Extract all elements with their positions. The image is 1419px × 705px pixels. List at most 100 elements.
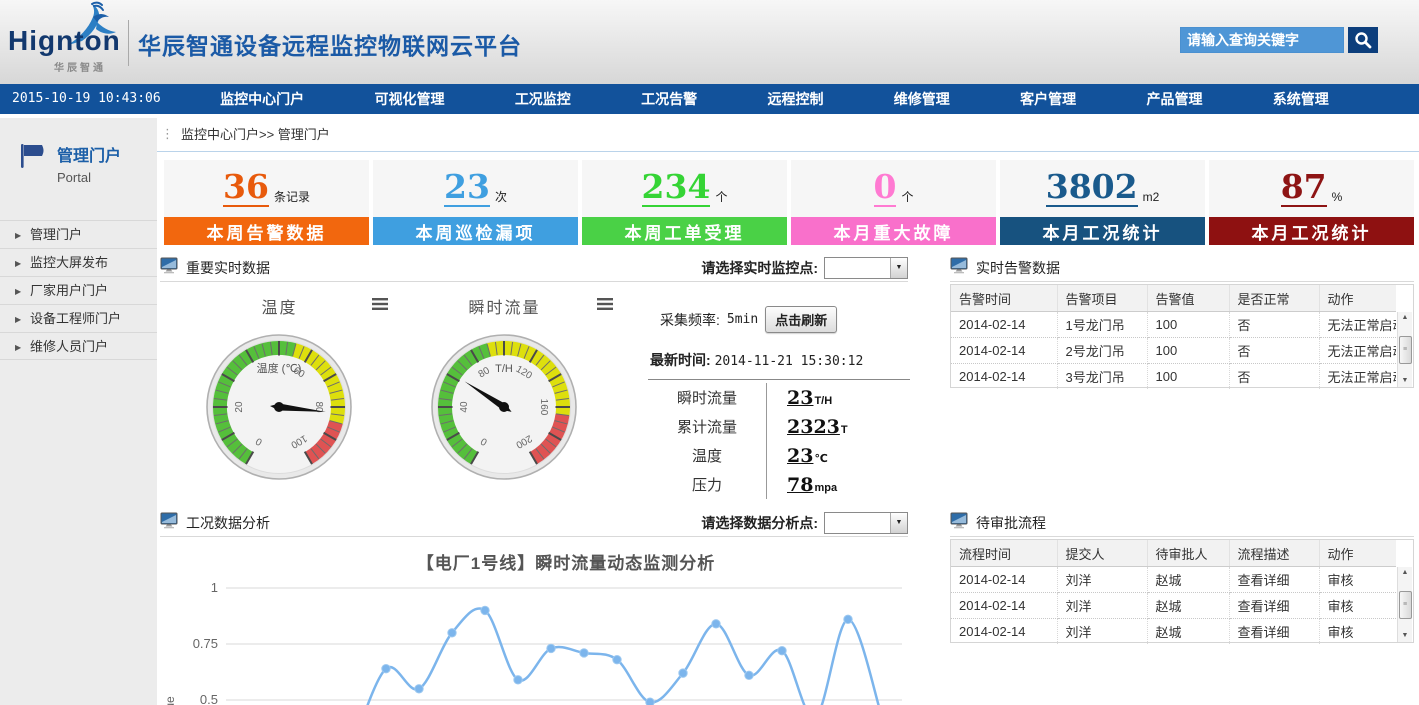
stat-value-link[interactable]: 23 <box>444 170 490 207</box>
portal-header: 管理门户 Portal <box>18 142 121 185</box>
nav-item-6[interactable]: 维修管理 <box>894 89 950 109</box>
sidebar-item-3[interactable]: ▶厂家用户门户 <box>0 276 157 304</box>
stat-card-3: 234个本周工单受理 <box>582 160 787 245</box>
alarm-row-3: 2014-02-143号龙门吊100否无法正常启动 <box>951 364 1396 390</box>
stat-label-bar[interactable]: 本月工况统计 <box>1209 217 1414 245</box>
table-cell: 刘洋 <box>1057 619 1147 645</box>
scroll-down-icon[interactable]: ▼ <box>1402 377 1409 385</box>
svg-text:T/H: T/H <box>495 363 513 375</box>
table-cell: 否 <box>1229 312 1319 338</box>
table-cell: 2014-02-14 <box>951 364 1057 390</box>
reading-value-cell: 23T/H <box>767 383 832 412</box>
stat-label-bar[interactable]: 本周告警数据 <box>164 217 369 245</box>
scrollbar-thumb[interactable]: ≡ <box>1399 336 1412 364</box>
svg-text:160: 160 <box>538 399 549 416</box>
section-approval-header: 待审批流程 <box>950 509 1414 537</box>
scroll-up-icon[interactable]: ▲ <box>1402 569 1409 577</box>
nav-item-2[interactable]: 可视化管理 <box>374 89 444 109</box>
table-header-cell: 告警值 <box>1147 285 1229 312</box>
scroll-down-icon[interactable]: ▼ <box>1402 632 1409 640</box>
nav-item-7[interactable]: 客户管理 <box>1020 89 1076 109</box>
sidebar: 管理门户 Portal ▶管理门户▶监控大屏发布▶厂家用户门户▶设备工程师门户▶… <box>0 118 157 705</box>
sidebar-item-label: 监控大屏发布 <box>30 255 108 270</box>
nav-item-8[interactable]: 产品管理 <box>1146 89 1202 109</box>
realtime-readings-panel: 采集频率: 5min 点击刷新 最新时间: 2014-11-21 15:30:1… <box>648 306 910 499</box>
nav-item-3[interactable]: 工况监控 <box>515 89 571 109</box>
nav-item-9[interactable]: 系统管理 <box>1273 89 1329 109</box>
stat-value-link[interactable]: 87 <box>1281 170 1327 207</box>
vertical-scrollbar[interactable]: ▲ ≡ ▼ <box>1397 567 1412 642</box>
table-header-cell: 动作 <box>1319 285 1396 312</box>
stat-value-link[interactable]: 3802 <box>1046 170 1138 207</box>
table-header-cell: 待审批人 <box>1147 540 1229 567</box>
sidebar-item-label: 设备工程师门户 <box>30 311 121 326</box>
sidebar-item-label: 管理门户 <box>30 227 82 242</box>
table-header-cell: 动作 <box>1319 540 1396 567</box>
reading-value-cell: 78mpa <box>767 470 837 499</box>
reading-value: 23 <box>787 445 813 467</box>
search-button[interactable] <box>1348 27 1378 53</box>
refresh-button[interactable]: 点击刷新 <box>765 306 837 333</box>
table-cell[interactable]: 无法正常启动 <box>1319 312 1396 338</box>
sidebar-item-4[interactable]: ▶设备工程师门户 <box>0 304 157 332</box>
stat-label-bar[interactable]: 本周巡检漏项 <box>373 217 578 245</box>
stat-value-link[interactable]: 234 <box>642 170 711 207</box>
gauge-flow-box: 瞬时流量 04080120160200T/H <box>427 294 615 494</box>
table-cell[interactable]: 审核 <box>1319 567 1396 593</box>
stat-card-4: 0个本月重大故障 <box>791 160 996 245</box>
reading-value: 78 <box>787 474 813 496</box>
sidebar-item-1[interactable]: ▶管理门户 <box>0 220 157 248</box>
stat-label-bar[interactable]: 本月工况统计 <box>1000 217 1205 245</box>
scroll-up-icon[interactable]: ▲ <box>1402 314 1409 322</box>
monitor-point-select[interactable]: ▼ <box>824 257 908 279</box>
analysis-point-select-label: 请选择数据分析点: <box>701 513 818 533</box>
sampling-frequency-row: 采集频率: 5min 点击刷新 <box>648 306 910 333</box>
nav-item-4[interactable]: 工况告警 <box>641 89 697 109</box>
stat-unit: 条记录 <box>274 188 310 205</box>
table-cell: 赵城 <box>1147 619 1229 645</box>
reading-value-cell: 23℃ <box>767 441 828 470</box>
svg-text:温度 (℃): 温度 (℃) <box>257 361 302 375</box>
table-cell[interactable]: 无法正常启动 <box>1319 338 1396 364</box>
analysis-point-select[interactable]: ▼ <box>824 512 908 534</box>
monitor-icon <box>950 257 969 279</box>
table-cell[interactable]: 无法正常启动 <box>1319 364 1396 390</box>
gauge-flow-title: 瞬时流量 <box>427 294 582 318</box>
chart-menu-icon[interactable] <box>372 297 388 315</box>
table-header-cell: 提交人 <box>1057 540 1147 567</box>
stat-label-bar[interactable]: 本周工单受理 <box>582 217 787 245</box>
vertical-scrollbar[interactable]: ▲ ≡ ▼ <box>1397 312 1412 387</box>
table-cell: 否 <box>1229 338 1319 364</box>
stats-row: 36条记录本周告警数据23次本周巡检漏项234个本周工单受理0个本月重大故障38… <box>164 160 1414 245</box>
table-cell: 3号龙门吊 <box>1057 364 1147 390</box>
stat-label-bar[interactable]: 本月重大故障 <box>791 217 996 245</box>
breadcrumb: ⋮ 监控中心门户>> 管理门户 <box>161 124 330 143</box>
stat-value-link[interactable]: 36 <box>223 170 269 207</box>
svg-text:1: 1 <box>211 580 218 595</box>
svg-text:0.5: 0.5 <box>200 692 218 705</box>
reading-row-3: 温度23℃ <box>648 441 910 470</box>
flow-line-chart: 10.750.5value <box>160 573 910 705</box>
scrollbar-thumb[interactable]: ≡ <box>1399 591 1412 619</box>
nav-timestamp: 2015-10-19 10:43:06 <box>12 91 161 106</box>
table-header-cell: 告警项目 <box>1057 285 1147 312</box>
table-cell: 100 <box>1147 364 1229 390</box>
table-header-cell: 流程时间 <box>951 540 1057 567</box>
nav-item-1[interactable]: 监控中心门户 <box>220 89 304 109</box>
temperature-gauge: 0206080100温度 (℃) <box>204 332 354 482</box>
sidebar-item-2[interactable]: ▶监控大屏发布 <box>0 248 157 276</box>
table-cell: 否 <box>1229 364 1319 390</box>
table-cell[interactable]: 审核 <box>1319 619 1396 645</box>
table-cell[interactable]: 审核 <box>1319 593 1396 619</box>
stat-value-link[interactable]: 0 <box>874 170 897 207</box>
nav-item-5[interactable]: 远程控制 <box>767 89 823 109</box>
search-input[interactable] <box>1180 27 1344 53</box>
reading-value-cell: 2323T <box>767 412 848 441</box>
table-cell: 赵城 <box>1147 593 1229 619</box>
approval-row-1: 2014-02-14刘洋赵城查看详细审核 <box>951 567 1396 593</box>
latest-time-label: 最新时间: <box>650 352 711 368</box>
sidebar-menu: ▶管理门户▶监控大屏发布▶厂家用户门户▶设备工程师门户▶维修人员门户 <box>0 220 157 360</box>
reading-label: 压力 <box>648 470 767 499</box>
chart-menu-icon[interactable] <box>597 297 613 315</box>
sidebar-item-5[interactable]: ▶维修人员门户 <box>0 332 157 360</box>
